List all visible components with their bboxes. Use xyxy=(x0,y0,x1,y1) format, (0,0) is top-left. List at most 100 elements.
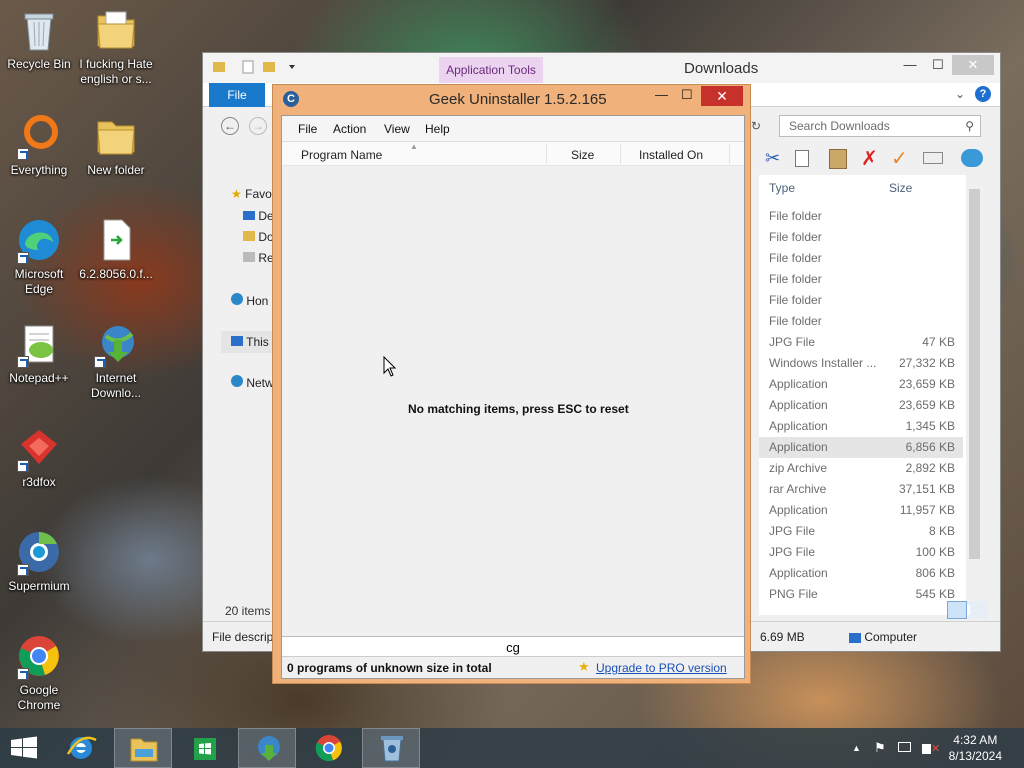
file-row[interactable]: JPG File 47 KB xyxy=(759,332,963,353)
navigation-pane: ★ Favo De Do Re Hon This Netw xyxy=(203,175,281,615)
column-divider[interactable] xyxy=(546,144,547,164)
desktop-icon-edge[interactable]: Microsoft Edge xyxy=(1,216,77,297)
file-tab[interactable]: File xyxy=(209,83,265,107)
menu-file[interactable]: File xyxy=(298,122,317,136)
maximize-button[interactable]: ☐ xyxy=(681,87,693,103)
desktop-item[interactable]: De xyxy=(243,209,274,223)
close-button[interactable]: ✕ xyxy=(701,86,743,106)
paste-icon[interactable] xyxy=(829,149,847,169)
desktop-icon-everything[interactable]: Everything xyxy=(1,112,77,178)
file-row[interactable]: Application 23,659 KB xyxy=(759,374,963,395)
file-row[interactable]: zip Archive 2,892 KB xyxy=(759,458,963,479)
explorer-titlebar: Application Tools Downloads — ☐ ✕ xyxy=(203,53,1000,83)
column-divider[interactable] xyxy=(620,144,621,164)
file-row[interactable]: Windows Installer ... 27,332 KB xyxy=(759,353,963,374)
file-row[interactable]: File folder xyxy=(759,311,963,332)
menu-view[interactable]: View xyxy=(384,122,410,136)
file-type: File folder xyxy=(769,230,822,244)
program-list[interactable]: No matching items, press ESC to reset xyxy=(282,166,744,636)
network-tray-icon[interactable] xyxy=(898,740,911,755)
close-button[interactable]: ✕ xyxy=(952,55,994,75)
desktop-icon-recycle-bin[interactable]: Recycle Bin xyxy=(1,6,77,72)
desktop-icon-new-folder[interactable]: New folder xyxy=(78,112,154,178)
large-icons-view-button[interactable] xyxy=(970,601,988,619)
file-row[interactable]: File folder xyxy=(759,290,963,311)
file-type: zip Archive xyxy=(769,461,828,475)
taskbar-clock[interactable]: 4:32 AM 8/13/2024 xyxy=(949,732,1002,764)
file-row[interactable]: Application 1,345 KB xyxy=(759,416,963,437)
clock-date: 8/13/2024 xyxy=(948,749,1002,763)
file-row[interactable]: rar Archive 37,151 KB xyxy=(759,479,963,500)
homegroup-item[interactable]: Hon xyxy=(231,293,268,308)
file-row[interactable]: File folder xyxy=(759,227,963,248)
file-row[interactable]: Application 11,957 KB xyxy=(759,500,963,521)
desktop-icon-folder-hate[interactable]: I fucking Hate english or s... xyxy=(78,6,154,87)
rename-icon[interactable]: ✓ xyxy=(891,146,908,171)
favorites-item[interactable]: ★ Favo xyxy=(231,187,272,201)
file-type: rar Archive xyxy=(769,482,827,496)
quick-access-toolbar[interactable] xyxy=(211,59,303,75)
minimize-button[interactable]: — xyxy=(900,55,920,75)
file-icon xyxy=(92,216,140,264)
file-row[interactable]: File folder xyxy=(759,269,963,290)
back-button[interactable]: ← xyxy=(221,117,239,135)
desktop-icon-chrome[interactable]: Google Chrome xyxy=(1,632,77,713)
show-hidden-icons-button[interactable]: ▲ xyxy=(852,743,861,753)
column-header-size[interactable]: Size xyxy=(889,181,912,195)
network-icon[interactable] xyxy=(961,149,983,167)
refresh-icon[interactable]: ↻ xyxy=(751,119,761,133)
taskbar-internet-download-manager[interactable] xyxy=(238,728,296,768)
file-row[interactable]: Application 806 KB xyxy=(759,563,963,584)
taskbar-store[interactable] xyxy=(176,728,234,768)
file-row[interactable]: PNG File 545 KB xyxy=(759,584,963,605)
desktop-icon-internet-download[interactable]: Internet Downlo... xyxy=(78,320,154,401)
column-divider[interactable] xyxy=(729,144,730,164)
menu-help[interactable]: Help xyxy=(425,122,450,136)
cut-icon[interactable]: ✂ xyxy=(765,148,780,169)
volume-muted-icon[interactable]: ✕ xyxy=(922,740,940,755)
column-header-installed-on[interactable]: Installed On xyxy=(639,148,703,162)
search-input[interactable]: Search Downloads ⚲ xyxy=(779,115,981,137)
minimize-button[interactable]: — xyxy=(655,87,668,102)
file-row[interactable]: JPG File 100 KB xyxy=(759,542,963,563)
filter-input[interactable]: cg xyxy=(282,636,744,658)
column-header-program-name[interactable]: Program Name xyxy=(301,148,382,162)
application-tools-tab[interactable]: Application Tools xyxy=(439,57,543,83)
file-row[interactable]: File folder xyxy=(759,206,963,227)
desktop-icon-supermium[interactable]: Supermium xyxy=(1,528,77,594)
vertical-scrollbar[interactable] xyxy=(966,175,983,605)
file-row[interactable]: File folder xyxy=(759,248,963,269)
scrollbar-thumb[interactable] xyxy=(969,189,980,559)
file-size: 47 KB xyxy=(922,335,955,349)
file-row[interactable]: JPG File 8 KB xyxy=(759,521,963,542)
network-item[interactable]: Netw xyxy=(231,375,274,390)
folder-icon xyxy=(92,6,140,54)
properties-icon[interactable] xyxy=(923,152,943,164)
column-header-type[interactable]: Type xyxy=(769,181,795,195)
column-header-size[interactable]: Size xyxy=(571,148,594,162)
downloads-item[interactable]: Do xyxy=(243,230,274,244)
upgrade-pro-link[interactable]: Upgrade to PRO version xyxy=(596,661,727,675)
copy-icon[interactable] xyxy=(795,150,809,167)
file-row-selected[interactable]: Application 6,856 KB xyxy=(759,437,963,458)
forward-button[interactable]: → xyxy=(249,117,267,135)
chevron-down-icon[interactable]: ⌄ xyxy=(955,87,965,101)
maximize-button[interactable]: ☐ xyxy=(928,55,948,75)
desktop-icon-r3dfox[interactable]: r3dfox xyxy=(1,424,77,490)
details-view-button[interactable] xyxy=(947,601,967,619)
file-explorer-icon xyxy=(130,738,158,762)
desktop-icon-notepad-plus[interactable]: Notepad++ xyxy=(1,320,77,386)
taskbar-chrome[interactable] xyxy=(300,728,358,768)
recent-item[interactable]: Re xyxy=(243,251,274,265)
taskbar-geek-uninstaller[interactable] xyxy=(362,728,420,768)
shortcut-arrow-icon xyxy=(17,460,29,472)
menu-action[interactable]: Action xyxy=(333,122,366,136)
desktop-icon-setup-file[interactable]: 6.2.8056.0.f... xyxy=(78,216,154,282)
delete-icon[interactable]: ✗ xyxy=(861,146,878,171)
help-icon[interactable]: ? xyxy=(975,86,991,102)
action-center-flag-icon[interactable]: ⚑ xyxy=(874,740,886,756)
taskbar-file-explorer[interactable] xyxy=(114,728,172,768)
taskbar-internet-explorer[interactable] xyxy=(52,728,110,768)
start-button[interactable] xyxy=(0,728,48,768)
file-row[interactable]: Application 23,659 KB xyxy=(759,395,963,416)
